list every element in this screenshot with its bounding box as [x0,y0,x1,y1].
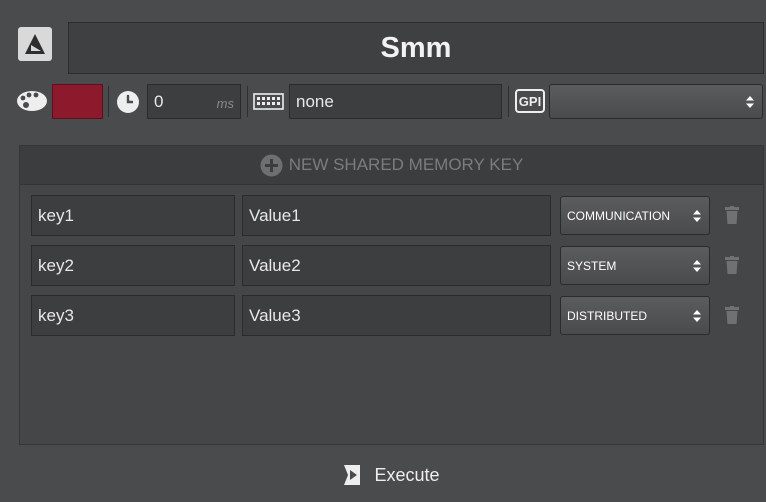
viz-logo-icon [25,34,45,54]
new-key-button[interactable]: NEW SHARED MEMORY KEY [20,146,763,185]
clock-icon [117,91,139,113]
execute-label: Execute [374,464,440,485]
keyboard-value: none [296,91,334,111]
select-arrows-icon [693,209,701,222]
app-logo [18,27,52,61]
plus-circle-icon [260,154,283,176]
gpi-select[interactable] [549,84,763,119]
memory-map-value: COMMUNICATION [567,208,671,223]
palette-icon[interactable] [16,90,48,112]
keyboard-shortcut-input[interactable]: none [289,84,502,119]
toolbar-divider [247,86,248,117]
gpi-label: GPI [518,93,542,109]
key-value: key1 [38,205,74,225]
memory-map-value: DISTRIBUTED [567,308,648,323]
select-arrows-icon [693,309,701,322]
trash-icon[interactable] [725,306,739,324]
memory-map-value: SYSTEM [567,258,617,273]
value-input[interactable]: Value3 [242,295,551,336]
value-text: Value2 [249,255,301,275]
color-swatch[interactable] [52,84,103,119]
trash-icon[interactable] [725,206,739,224]
select-arrows-icon [746,95,754,108]
toolbar-divider [108,86,109,117]
value-text: Value3 [249,305,301,325]
gpi-icon: GPI [515,89,545,113]
value-input[interactable]: Value2 [242,245,551,286]
key-value: key2 [38,255,74,275]
page-title-bar: Smm [68,22,764,74]
memory-map-select[interactable]: SYSTEM [560,246,710,285]
new-key-label: NEW SHARED MEMORY KEY [288,155,524,174]
execute-icon [344,465,361,485]
execute-button[interactable]: Execute [330,456,450,494]
memory-map-select[interactable]: COMMUNICATION [560,196,710,235]
value-text: Value1 [249,205,301,225]
toolbar-divider [508,86,509,117]
key-input[interactable]: key3 [31,295,235,336]
value-input[interactable]: Value1 [242,195,551,236]
trash-icon[interactable] [725,256,739,274]
memory-map-select[interactable]: DISTRIBUTED [560,296,710,335]
delay-unit: ms [216,96,234,111]
key-value: key3 [38,305,74,325]
key-input[interactable]: key1 [31,195,235,236]
page-title: Smm [380,31,452,64]
key-input[interactable]: key2 [31,245,235,286]
delay-value: 0 [154,91,164,111]
select-arrows-icon [693,259,701,272]
keyboard-icon [253,93,284,110]
delay-input[interactable]: 0 ms [147,84,241,119]
